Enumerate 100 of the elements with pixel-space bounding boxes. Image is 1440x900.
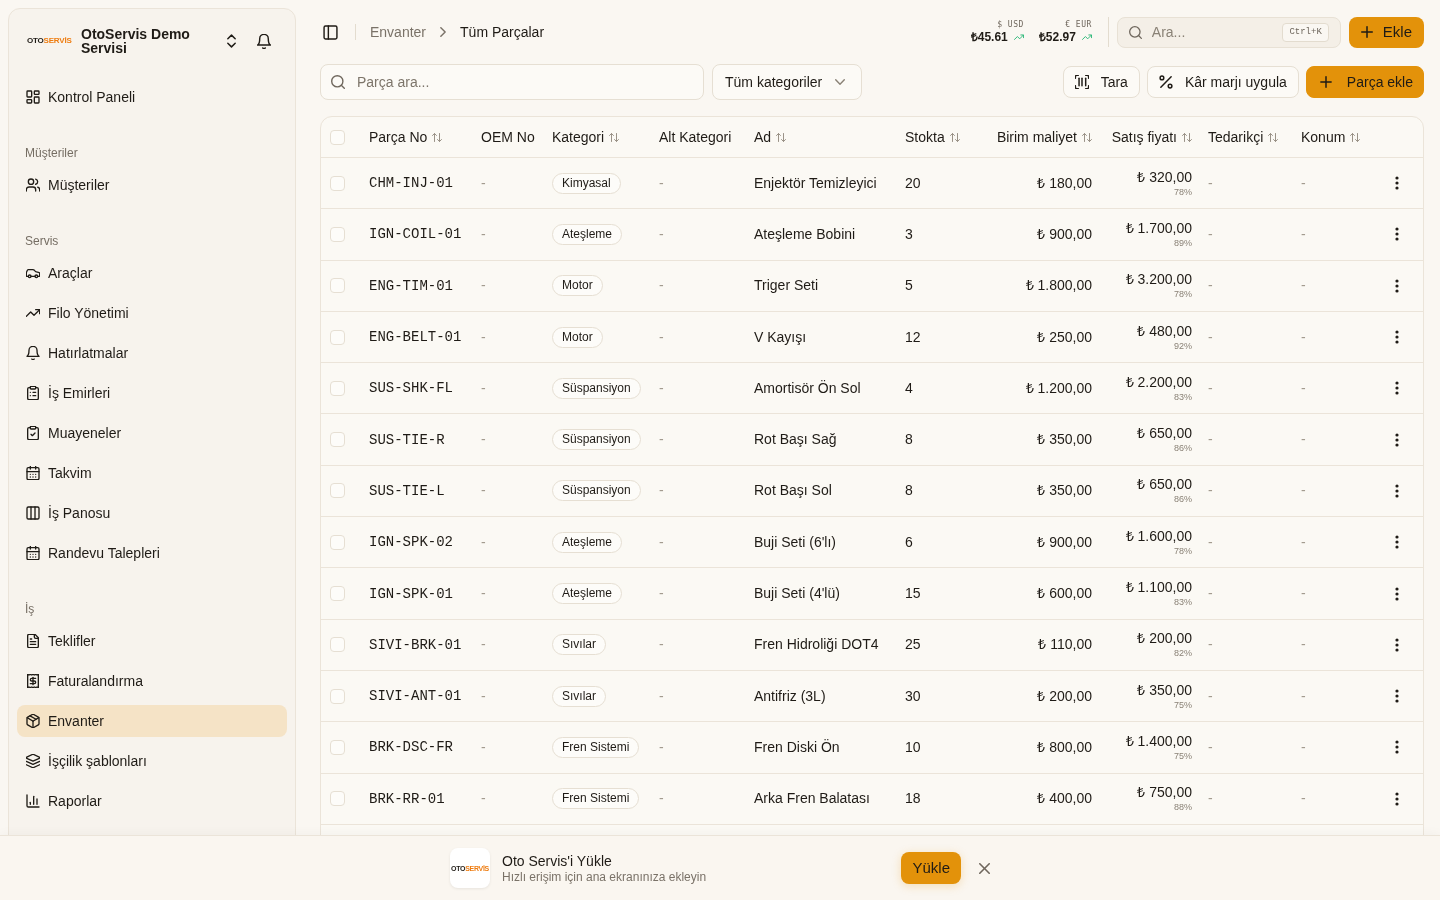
column-header[interactable]: Birim maliyet	[996, 126, 1092, 148]
column-header[interactable]: Kategori	[552, 126, 620, 148]
margin-percent: 82%	[1174, 647, 1192, 660]
margin-percent: 75%	[1174, 749, 1192, 762]
column-header[interactable]: Alt Kategori	[659, 126, 732, 148]
sort-icon[interactable]	[609, 131, 620, 143]
nav-item[interactable]: Faturalandırma	[17, 665, 287, 697]
unit-cost: ₺ 900,00	[1037, 224, 1092, 244]
more-options-icon[interactable]	[1395, 689, 1399, 704]
toolbar-button[interactable]: Parça ekle	[1305, 66, 1424, 98]
row-checkbox[interactable]	[330, 483, 345, 499]
nav-item[interactable]: İş Emirleri	[17, 377, 287, 409]
more-options-icon[interactable]	[1395, 176, 1399, 191]
nav-item[interactable]: Muayeneler	[17, 417, 287, 449]
sort-icon[interactable]	[776, 131, 787, 143]
row-checkbox[interactable]	[330, 534, 345, 550]
nav-item[interactable]: Müşteriler	[17, 169, 287, 201]
sort-icon[interactable]	[1182, 131, 1192, 143]
more-options-icon[interactable]	[1395, 330, 1399, 345]
row-checkbox[interactable]	[330, 278, 345, 294]
column-header[interactable]: Satış fiyatı	[1111, 126, 1192, 148]
nav-item[interactable]: Randevu Talepleri	[17, 537, 287, 569]
nav-item[interactable]: Raporlar	[17, 785, 287, 817]
more-options-icon[interactable]	[1395, 791, 1399, 806]
select-all-checkbox[interactable]	[330, 129, 345, 145]
stock-quantity: 18	[905, 790, 921, 807]
row-checkbox[interactable]	[330, 432, 345, 448]
brand-logo: OTOSERVİS	[27, 37, 71, 45]
unit-cost: ₺ 350,00	[1037, 481, 1092, 501]
more-options-icon[interactable]	[1395, 432, 1399, 447]
nav-section-label: Müşteriler	[24, 145, 78, 161]
stock-quantity: 3	[905, 225, 913, 242]
nav-item[interactable]: Hatırlatmalar	[17, 337, 287, 369]
column-header[interactable]: OEM No	[481, 126, 535, 148]
breadcrumb-link[interactable]: Tüm Parçalar	[460, 21, 545, 43]
layers-icon	[26, 754, 40, 768]
more-options-icon[interactable]	[1395, 381, 1399, 396]
category-dropdown[interactable]: Tüm kategoriler	[712, 64, 862, 100]
search-icon	[1128, 25, 1142, 39]
row-checkbox[interactable]	[330, 586, 345, 601]
table-cell: -	[481, 379, 486, 396]
notification-bell-icon[interactable]	[257, 33, 271, 49]
sort-icon[interactable]	[432, 131, 443, 143]
row-checkbox[interactable]	[330, 688, 345, 704]
row-checkbox[interactable]	[330, 739, 345, 755]
nav-item[interactable]: Kontrol Paneli	[17, 81, 287, 113]
dashboard-icon	[26, 90, 40, 104]
toolbar-button[interactable]: Tara	[1062, 66, 1140, 98]
margin-percent: 75%	[1174, 698, 1192, 711]
more-options-icon[interactable]	[1395, 740, 1399, 755]
table-cell: -	[481, 790, 486, 807]
more-options-icon[interactable]	[1395, 586, 1399, 601]
column-header[interactable]: Tedarikçi	[1208, 126, 1279, 148]
more-options-icon[interactable]	[1395, 278, 1399, 293]
table-cell: -	[659, 790, 664, 807]
row-checkbox[interactable]	[330, 226, 345, 242]
table-cell: -	[1301, 482, 1306, 499]
more-options-icon[interactable]	[1395, 483, 1399, 498]
nav-item[interactable]: İş Panosu	[17, 497, 287, 529]
sort-icon[interactable]	[1268, 131, 1279, 143]
more-options-icon[interactable]	[1395, 227, 1399, 242]
add-button[interactable]: Ekle	[1348, 16, 1424, 48]
row-checkbox[interactable]	[330, 637, 345, 653]
table-cell: -	[1301, 379, 1306, 396]
more-options-icon[interactable]	[1395, 637, 1399, 652]
category-tag: Kimyasal	[552, 172, 621, 194]
sort-icon[interactable]	[1350, 131, 1361, 143]
search-field[interactable]: Parça ara...	[320, 64, 704, 100]
column-header[interactable]: Parça No	[369, 126, 443, 148]
column-header[interactable]: Stokta	[905, 126, 960, 148]
more-options-icon[interactable]	[1395, 535, 1399, 550]
column-header[interactable]: Konum	[1301, 126, 1361, 148]
chevrons-up-down-icon[interactable]	[226, 34, 237, 48]
category-tag: Motor	[552, 326, 603, 348]
sidebar-toggle-icon[interactable]	[323, 24, 338, 40]
row-checkbox[interactable]	[330, 380, 345, 396]
row-checkbox[interactable]	[330, 329, 345, 345]
row-checkbox[interactable]	[330, 175, 345, 191]
nav-item[interactable]: Takvim	[17, 457, 287, 489]
row-checkbox[interactable]	[330, 791, 345, 807]
nav-section-label: Servis	[24, 233, 59, 249]
close-icon[interactable]	[979, 862, 990, 874]
margin-percent: 78%	[1174, 288, 1192, 301]
breadcrumb-link[interactable]: Envanter	[370, 21, 427, 43]
nav-item[interactable]: Envanter	[17, 705, 287, 737]
sort-icon[interactable]	[949, 131, 960, 143]
nav-item[interactable]: İşçilik şablonları	[17, 745, 287, 777]
install-button[interactable]: Yükle	[901, 852, 961, 884]
stock-quantity: 30	[905, 687, 921, 704]
nav-item[interactable]: Filo Yönetimi	[17, 297, 287, 329]
table-cell: -	[481, 328, 486, 345]
toolbar-button[interactable]: Kâr marjı uygula	[1146, 66, 1299, 98]
part-number: SUS-TIE-R	[369, 431, 445, 448]
unit-cost: ₺ 180,00	[1037, 173, 1092, 193]
nav-item[interactable]: Teklifler	[17, 625, 287, 657]
part-name: Amortisör Ön Sol	[754, 379, 861, 396]
nav-item[interactable]: Araçlar	[17, 257, 287, 289]
sort-icon[interactable]	[1082, 131, 1092, 143]
table-cell: -	[1208, 174, 1213, 191]
column-header[interactable]: Ad	[754, 126, 787, 148]
